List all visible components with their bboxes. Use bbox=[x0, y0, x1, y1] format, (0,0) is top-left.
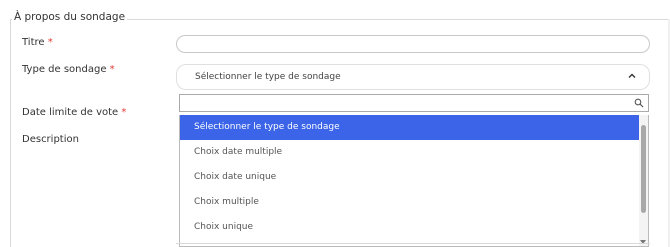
dropdown-option[interactable]: Choix multiple bbox=[180, 190, 648, 215]
dropdown-option-selected[interactable]: Sélectionner le type de sondage bbox=[180, 115, 639, 140]
search-icon bbox=[634, 98, 644, 108]
titre-input[interactable] bbox=[176, 35, 650, 53]
titre-label: Titre * bbox=[22, 37, 53, 48]
required-mark: * bbox=[109, 64, 115, 75]
scrollbar-thumb[interactable] bbox=[641, 125, 646, 213]
dropdown-option[interactable]: Choix date unique bbox=[180, 165, 648, 190]
dropdown-scrollbar[interactable] bbox=[639, 115, 648, 246]
field-divider bbox=[176, 243, 650, 244]
date-label-text: Date limite de vote bbox=[22, 107, 119, 118]
date-label: Date limite de vote * bbox=[22, 107, 126, 118]
dropdown-search-input[interactable] bbox=[182, 96, 622, 110]
required-mark: * bbox=[47, 37, 53, 48]
chevron-up-icon bbox=[628, 73, 636, 78]
type-select[interactable]: Sélectionner le type de sondage bbox=[176, 64, 650, 90]
type-select-value: Sélectionner le type de sondage bbox=[195, 72, 341, 82]
description-label: Description bbox=[22, 134, 79, 145]
dropdown-options-list: Sélectionner le type de sondage Choix da… bbox=[179, 115, 649, 247]
fieldset-border-left bbox=[10, 19, 11, 247]
section-legend: À propos du sondage bbox=[12, 11, 128, 23]
titre-label-text: Titre bbox=[22, 37, 45, 48]
dropdown-option[interactable]: Choix unique bbox=[180, 215, 648, 240]
type-label: Type de sondage * bbox=[22, 64, 115, 75]
dropdown-search[interactable] bbox=[179, 94, 649, 112]
dropdown-option[interactable]: Choix date multiple bbox=[180, 140, 648, 165]
type-label-text: Type de sondage bbox=[22, 64, 107, 75]
required-mark: * bbox=[121, 107, 127, 118]
